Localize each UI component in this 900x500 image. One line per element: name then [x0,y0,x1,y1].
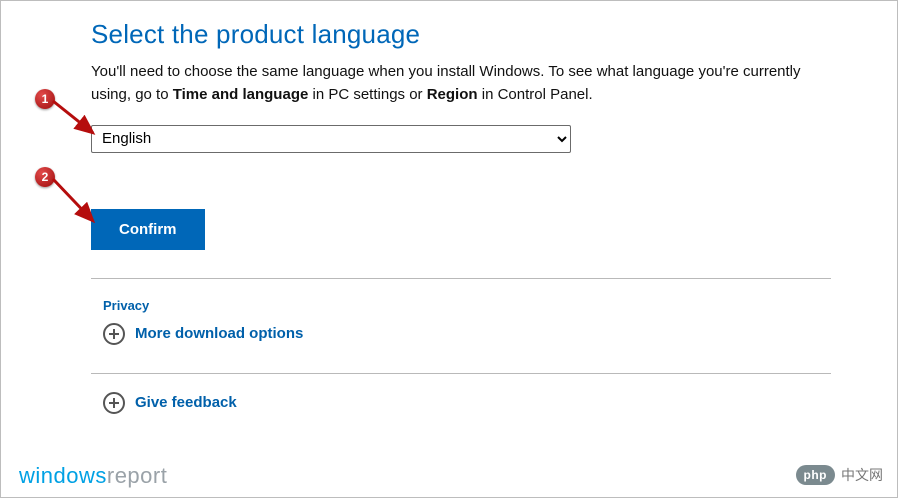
watermark-part2: report [107,463,167,488]
plus-icon [103,392,125,414]
more-download-options-label: More download options [135,325,303,342]
confirm-button[interactable]: Confirm [91,209,205,250]
phpcn-text: 中文网 [841,465,883,485]
desc-bold-time-language: Time and language [173,86,309,103]
separator-2 [91,373,831,374]
watermark-part1: windows [19,463,107,488]
watermark-phpcn: php 中文网 [796,465,884,485]
instruction-text: You'll need to choose the same language … [91,60,831,107]
plus-icon [103,323,125,345]
give-feedback-label: Give feedback [135,394,237,411]
watermark-windowsreport: windowsreport [19,463,167,489]
callout-badge-2: 2 [35,167,55,187]
more-download-options-expander[interactable]: More download options [103,323,831,345]
desc-mid: in PC settings or [308,86,426,103]
give-feedback-expander[interactable]: Give feedback [103,392,831,414]
language-select-wrap: English [91,125,571,153]
desc-bold-region: Region [427,86,478,103]
main-content: Select the product language You'll need … [91,19,831,414]
separator-1 [91,278,831,279]
page-title: Select the product language [91,19,831,50]
callout-badge-1: 1 [35,89,55,109]
php-pill: php [796,465,836,485]
page-frame: Select the product language You'll need … [0,0,898,498]
language-select[interactable]: English [91,125,571,153]
desc-post: in Control Panel. [478,86,593,103]
privacy-link[interactable]: Privacy [103,298,149,313]
